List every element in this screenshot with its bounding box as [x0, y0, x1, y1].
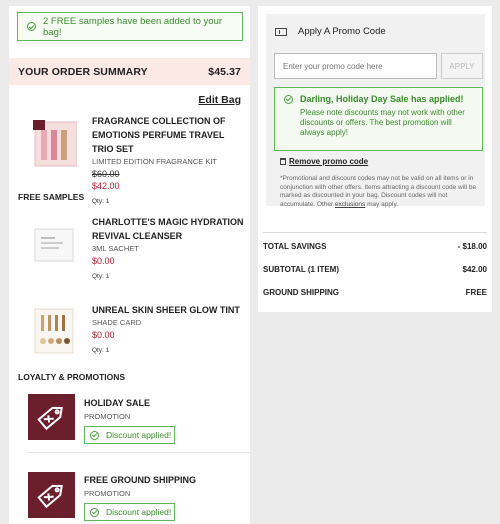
trash-icon: [280, 158, 286, 165]
remove-promo-label: Remove promo code: [289, 157, 369, 166]
loyalty-promotions-heading: LOYALTY & PROMOTIONS: [18, 372, 126, 382]
discount-applied-text: Discount applied!: [106, 507, 172, 517]
sale-applied-message: Darling, Holiday Day Sale has applied! P…: [274, 87, 483, 151]
ticket-icon: [275, 27, 287, 36]
price-tag-icon: [28, 472, 75, 518]
promotion-divider: [28, 452, 250, 453]
sale-applied-title: Darling, Holiday Day Sale has applied!: [284, 94, 472, 104]
promotion-type: PROMOTION: [84, 412, 131, 421]
fragrance-set-image: [33, 120, 78, 172]
total-savings-label: TOTAL SAVINGS: [263, 242, 327, 251]
glow-tint-card-image: [33, 307, 77, 359]
promo-and-totals-panel: Apply A Promo Code APPLY Darling, Holida…: [258, 6, 492, 312]
sale-applied-note: Please note discounts may not work with …: [300, 108, 465, 137]
remove-promo-link[interactable]: Remove promo code: [280, 157, 368, 166]
price-tag-icon: [28, 394, 75, 440]
promo-code-box: Apply A Promo Code APPLY Darling, Holida…: [266, 14, 485, 209]
check-circle-icon: [284, 94, 293, 104]
shipping-value: FREE: [465, 288, 487, 297]
total-savings-value: - $18.00: [457, 242, 487, 251]
sale-applied-text: Darling, Holiday Day Sale has applied!: [300, 94, 464, 104]
discount-applied-text: Discount applied!: [106, 430, 172, 440]
promotion-info: FREE GROUND SHIPPING PROMOTION Discount …: [84, 468, 196, 521]
promo-code-title: Apply A Promo Code: [298, 26, 386, 37]
exclusions-link[interactable]: exclusions: [335, 201, 365, 208]
promotion-info: HOLIDAY SALE PROMOTION Discount applied!: [84, 391, 175, 444]
free-samples-heading: FREE SAMPLES: [18, 192, 85, 202]
item-info: CHARLOTTE'S MAGIC HYDRATION REVIVAL CLEA…: [92, 215, 247, 280]
check-circle-icon: [27, 22, 36, 31]
order-totals: TOTAL SAVINGS - $18.00 SUBTOTAL (1 ITEM)…: [263, 242, 487, 311]
item-quantity: Qty: 1: [92, 273, 110, 280]
check-circle-icon: [90, 507, 99, 517]
subtotal-row: SUBTOTAL (1 ITEM) $42.00: [263, 265, 487, 288]
cleanser-sachet-image: [33, 225, 77, 277]
shipping-row: GROUND SHIPPING FREE: [263, 288, 487, 311]
item-subtitle: SHADE CARD: [92, 318, 142, 327]
item-info: UNREAL SKIN SHEER GLOW TINT SHADE CARD $…: [92, 303, 247, 354]
item-price: $0.00: [92, 256, 115, 266]
order-total: $45.37: [208, 65, 241, 78]
promotion-name: FREE GROUND SHIPPING: [84, 475, 197, 485]
item-name[interactable]: CHARLOTTE'S MAGIC HYDRATION REVIVAL CLEA…: [92, 215, 247, 243]
order-summary-title: YOUR ORDER SUMMARY: [18, 65, 148, 78]
item-info: FRAGRANCE COLLECTION OF EMOTIONS PERFUME…: [92, 114, 247, 205]
item-name[interactable]: UNREAL SKIN SHEER GLOW TINT: [92, 303, 247, 317]
disclaimer-end: may apply.: [365, 200, 399, 208]
notice-text: 2 FREE samples have been added to your b…: [43, 15, 223, 38]
apply-promo-button[interactable]: APPLY: [441, 53, 483, 79]
shipping-label: GROUND SHIPPING: [263, 288, 340, 297]
item-original-price: $60.00: [92, 169, 120, 179]
item-quantity: Qty: 1: [92, 347, 110, 354]
discount-applied-badge: Discount applied!: [84, 503, 175, 521]
item-name[interactable]: FRAGRANCE COLLECTION OF EMOTIONS PERFUME…: [92, 114, 247, 156]
discount-applied-badge: Discount applied!: [84, 426, 175, 444]
samples-added-notice: 2 FREE samples have been added to your b…: [17, 12, 243, 41]
edit-bag-link[interactable]: Edit Bag: [198, 94, 241, 106]
item-subtitle: LIMITED EDITION FRAGRANCE KIT: [92, 157, 218, 166]
promo-code-header: Apply A Promo Code: [275, 26, 386, 37]
item-subtitle: 3ML SACHET: [92, 244, 139, 253]
order-summary-header: YOUR ORDER SUMMARY $45.37: [9, 58, 250, 85]
total-savings-row: TOTAL SAVINGS - $18.00: [263, 242, 487, 265]
item-price: $0.00: [92, 330, 115, 340]
promotion-type: PROMOTION: [84, 489, 131, 498]
check-circle-icon: [90, 430, 99, 440]
totals-divider: [263, 232, 487, 233]
subtotal-value: $42.00: [462, 265, 487, 274]
promo-code-input[interactable]: [274, 53, 437, 79]
subtotal-label: SUBTOTAL (1 ITEM): [263, 265, 339, 274]
item-quantity: Qty: 1: [92, 198, 110, 205]
item-sale-price: $42.00: [92, 181, 120, 191]
order-summary-panel: 2 FREE samples have been added to your b…: [9, 6, 250, 524]
promotion-name: HOLIDAY SALE: [84, 398, 151, 408]
promo-disclaimer: *Promotional and discount codes may not …: [280, 175, 480, 209]
